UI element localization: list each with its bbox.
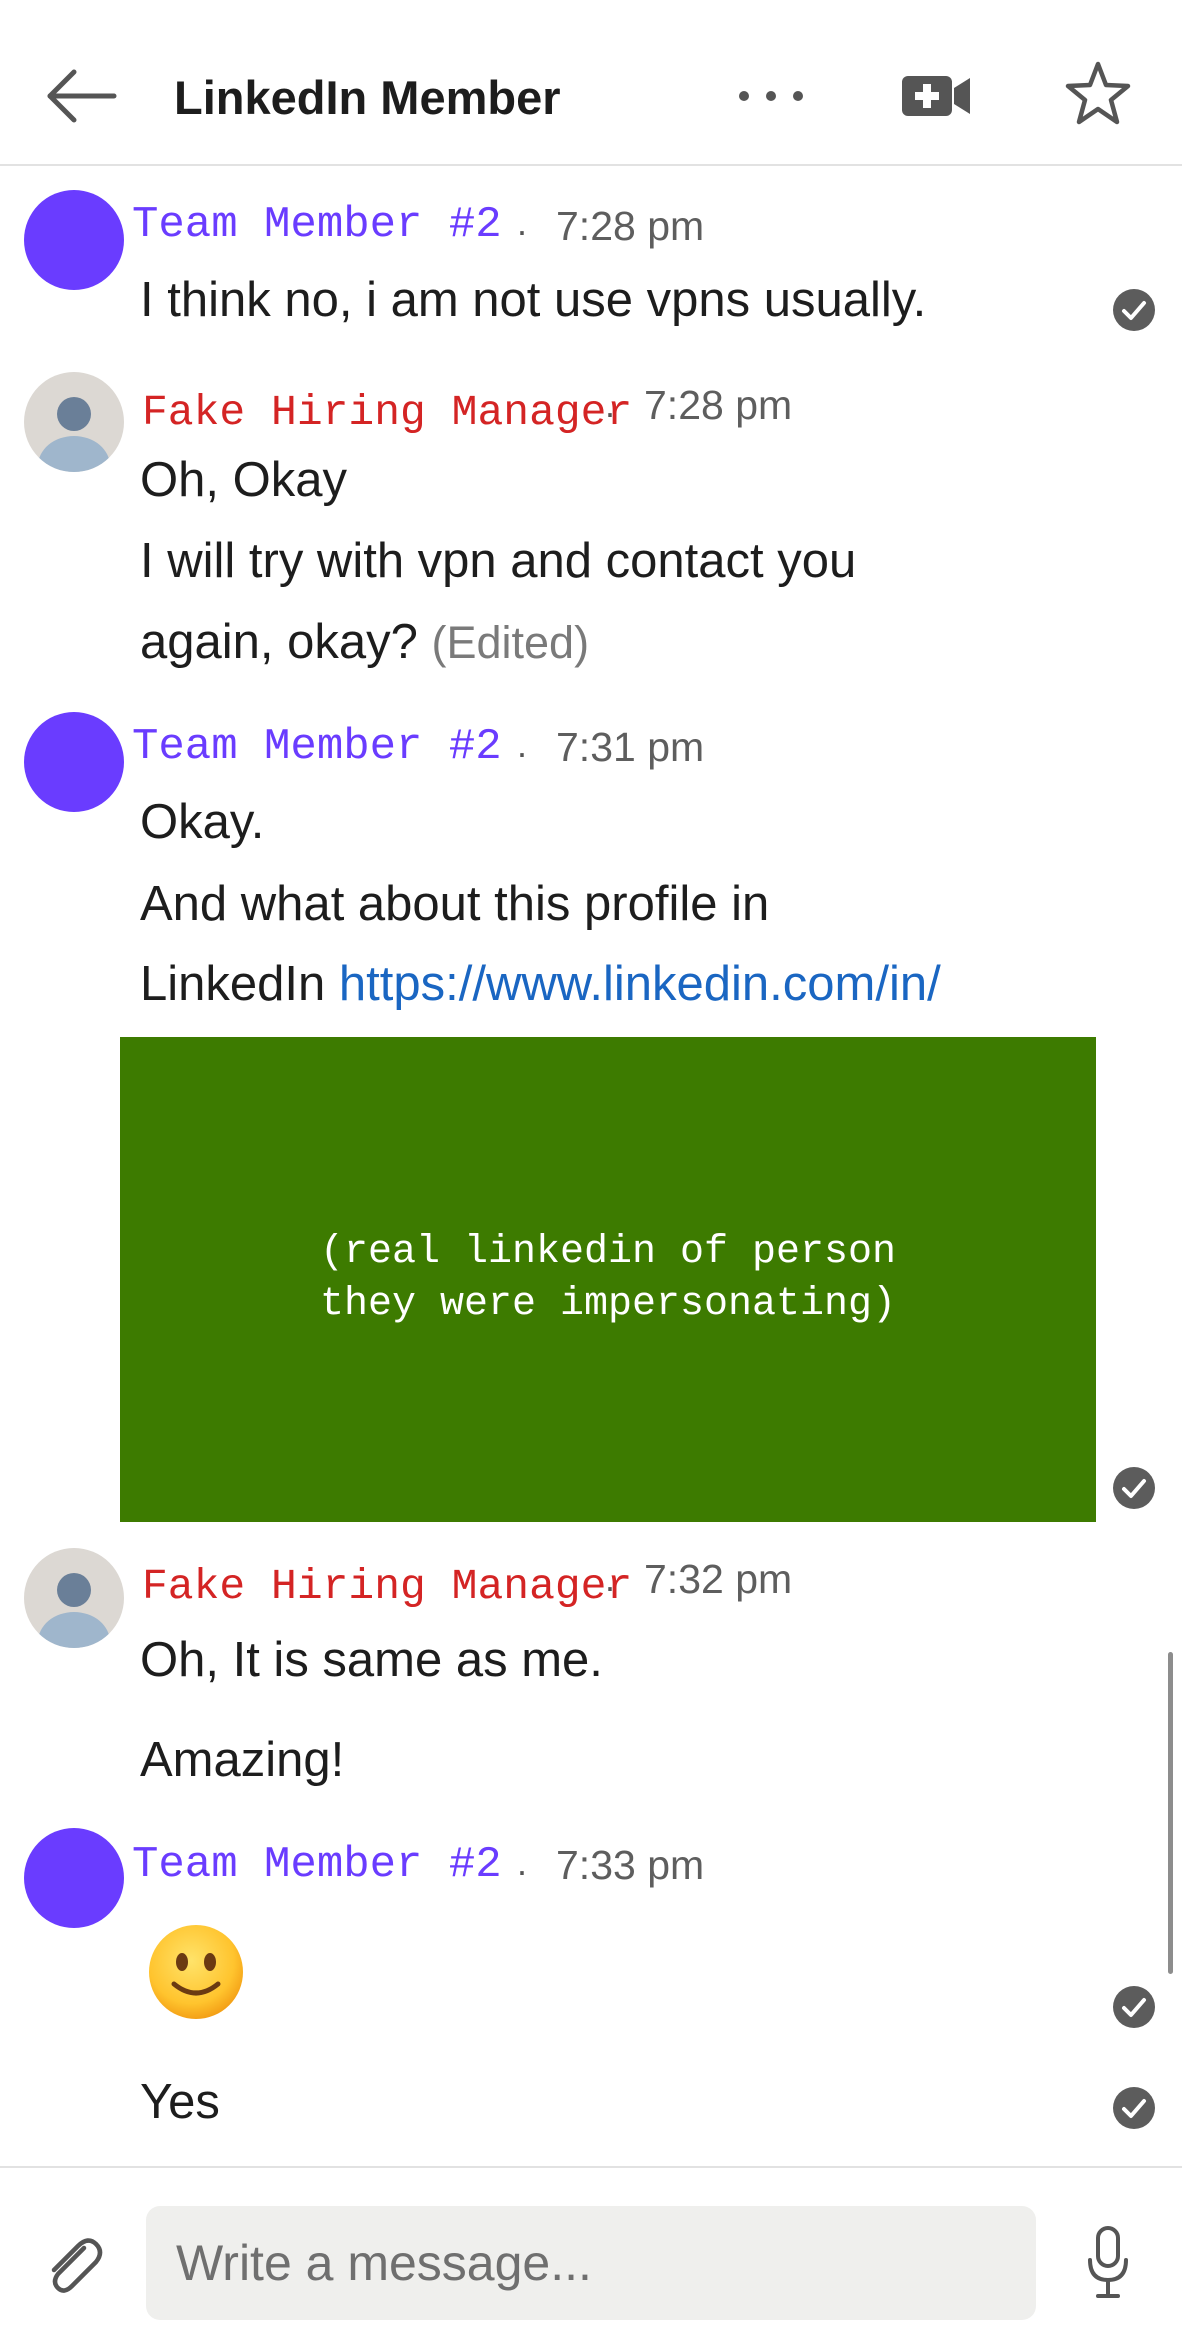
read-receipt-icon <box>1113 2087 1155 2129</box>
avatar[interactable] <box>24 712 124 812</box>
message-timestamp: 7:32 pm <box>644 1556 793 1602</box>
message-text: Yes <box>140 2075 220 2129</box>
microphone-icon[interactable] <box>1086 2224 1130 2304</box>
read-receipt-icon <box>1113 289 1155 331</box>
conversation-title: LinkedIn Member <box>174 71 561 124</box>
sender-name[interactable]: Team Member #2 <box>132 722 502 772</box>
message-text: Okay. <box>140 795 265 849</box>
message-text: Oh, Okay <box>140 453 347 507</box>
separator-dot: · <box>516 210 528 251</box>
message-timestamp: 7:33 pm <box>556 1842 705 1888</box>
message-text: LinkedIn https://www.linkedin.com/in/ <box>140 956 941 1012</box>
separator-dot: · <box>604 392 616 433</box>
link-preview-card[interactable]: (real linkedin of person they were imper… <box>120 1037 1096 1522</box>
sender-name[interactable]: Fake Hiring Manager <box>142 1562 632 1611</box>
message-timestamp: 7:28 pm <box>644 382 793 428</box>
avatar[interactable] <box>24 190 124 290</box>
message-composer <box>0 2166 1182 2338</box>
message-timestamp: 7:31 pm <box>556 724 705 770</box>
message-text: again, okay? (Edited) <box>140 614 589 670</box>
sender-name[interactable]: Fake Hiring Manager <box>142 388 632 437</box>
message-input[interactable] <box>146 2206 1036 2320</box>
message-text-line: LinkedIn <box>140 957 339 1011</box>
slightly-smiling-face-emoji <box>149 1925 243 2019</box>
sender-name[interactable]: Team Member #2 <box>132 200 502 250</box>
more-horizontal-icon[interactable] <box>734 84 808 108</box>
conversation-header: LinkedIn Member <box>0 0 1182 166</box>
default-person-icon <box>38 397 110 472</box>
message-timestamp: 7:28 pm <box>556 203 705 249</box>
scrollbar[interactable] <box>1168 1652 1173 1974</box>
separator-dot: · <box>516 732 528 773</box>
message-text-line: again, okay? <box>140 615 418 669</box>
separator-dot: · <box>516 1850 528 1891</box>
message-text: I think no, i am not use vpns usually. <box>140 273 927 327</box>
message-text: Oh, It is same as me. <box>140 1633 603 1687</box>
default-person-icon <box>38 1573 110 1648</box>
sender-name[interactable]: Team Member #2 <box>132 1840 502 1890</box>
message-text: Amazing! <box>140 1733 345 1787</box>
separator-dot: · <box>604 1566 616 1607</box>
message-text: And what about this profile in <box>140 877 770 931</box>
read-receipt-icon <box>1113 1467 1155 1509</box>
read-receipt-icon <box>1113 1986 1155 2028</box>
profile-link[interactable]: https://www.linkedin.com/in/ <box>339 957 941 1011</box>
message-text: I will try with vpn and contact you <box>140 534 857 588</box>
avatar[interactable] <box>24 372 124 472</box>
edited-label: (Edited) <box>431 617 590 668</box>
star-icon[interactable] <box>1064 60 1132 128</box>
avatar[interactable] <box>24 1548 124 1648</box>
avatar[interactable] <box>24 1828 124 1928</box>
link-preview-caption: (real linkedin of person they were imper… <box>319 1229 897 1327</box>
paperclip-icon[interactable] <box>38 2230 108 2300</box>
arrow-left-icon[interactable] <box>40 58 122 140</box>
video-call-icon[interactable] <box>900 72 972 120</box>
